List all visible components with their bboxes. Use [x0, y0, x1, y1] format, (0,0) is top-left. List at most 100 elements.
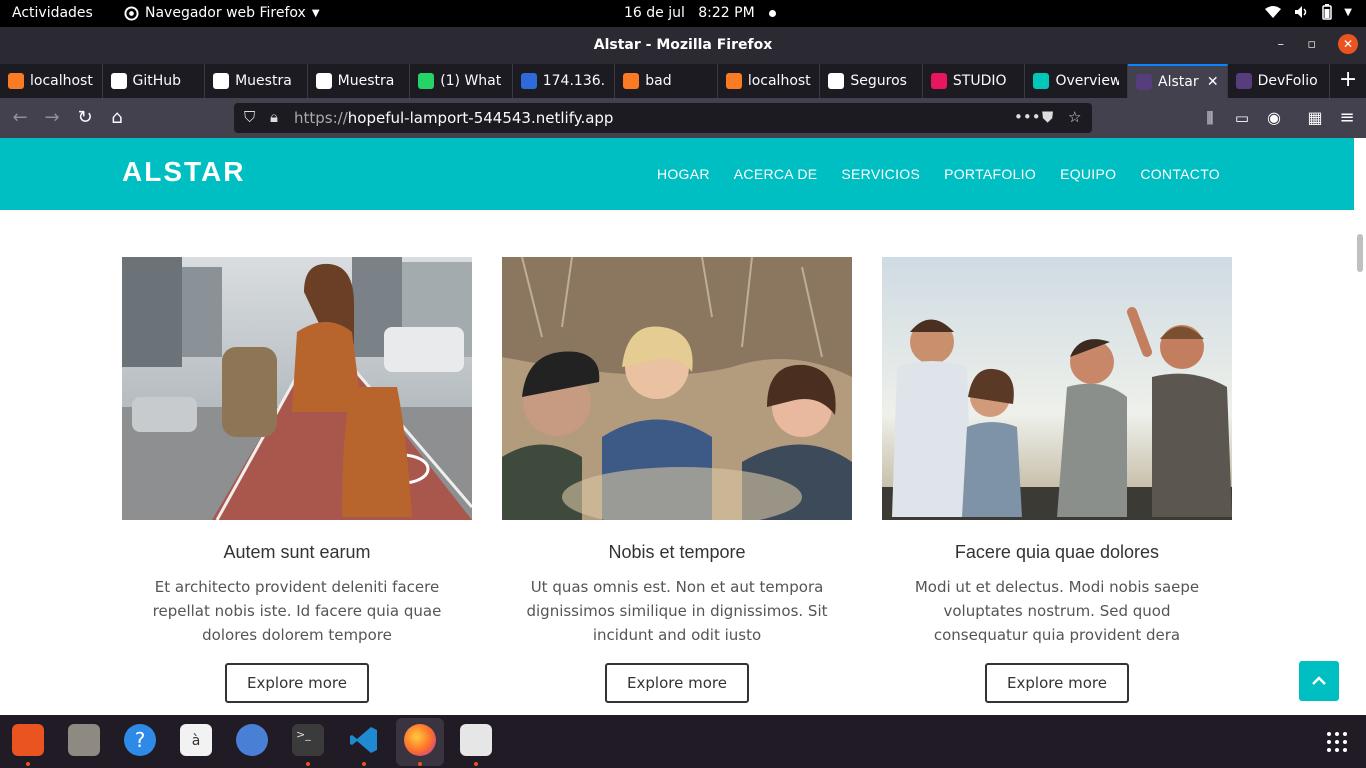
card-photo-friends-field — [502, 257, 852, 520]
hamburger-menu-icon[interactable]: ≡ — [1335, 106, 1359, 130]
battery-icon — [1322, 4, 1333, 20]
close-window-button[interactable]: ✕ — [1338, 34, 1358, 54]
tab-label: Overview — [1055, 73, 1120, 89]
nav-link-contacto[interactable]: CONTACTO — [1140, 166, 1220, 182]
tab-strip: localhost GitHub Muestra Muestra (1) What 174… — [0, 64, 1366, 98]
card-photo-group-laughing — [882, 257, 1232, 520]
back-to-top-button[interactable] — [1299, 661, 1339, 701]
sidebar-icon[interactable]: ▭ — [1230, 106, 1254, 130]
tab-8[interactable]: Seguros — [820, 64, 923, 98]
files-icon[interactable] — [68, 724, 100, 756]
running-indicator — [362, 762, 366, 766]
nav-link-portafolio[interactable]: PORTAFOLIO — [944, 166, 1036, 182]
tab-4[interactable]: (1) What — [410, 64, 513, 98]
explore-more-button[interactable]: Explore more — [605, 663, 749, 703]
taskbar-dock: ? à >_ — [0, 715, 1366, 768]
home-icon[interactable]: ⌂ — [105, 106, 129, 130]
tab-label: localhost — [30, 73, 93, 89]
pocket-icon[interactable]: ⛊ — [1042, 108, 1053, 126]
ubuntu-software-icon[interactable] — [12, 724, 44, 756]
site-logo[interactable]: ALSTAR — [122, 156, 245, 188]
tab-label: Muestra — [235, 73, 292, 89]
account-icon[interactable]: ◉ — [1262, 106, 1286, 130]
maximize-icon[interactable]: ▫ — [1307, 37, 1316, 52]
window-title-bar: Alstar - Mozilla Firefox – ▫ ✕ — [0, 27, 1366, 64]
chromium-icon[interactable] — [236, 724, 268, 756]
activities-button[interactable]: Actividades — [12, 5, 93, 21]
tab-label: GitHub — [132, 73, 182, 89]
navigation-toolbar: ← → ↻ ⌂ ⛉ 🔒︎ https://hopeful-lamport-544… — [0, 98, 1366, 138]
web-page: ALSTAR HOGAR ACERCA DE SERVICIOS PORTAFO… — [0, 138, 1354, 715]
scrollbar-thumb[interactable] — [1357, 234, 1363, 272]
explore-more-button[interactable]: Explore more — [985, 663, 1129, 703]
url-host: hopeful-lamport-544543.netlify.app — [347, 109, 614, 127]
xampp-icon — [623, 73, 640, 89]
minimize-icon[interactable]: – — [1278, 37, 1285, 52]
tab-7[interactable]: localhost — [718, 64, 821, 98]
extensions-icon[interactable]: ▦ — [1303, 106, 1327, 130]
service-card: Autem sunt earum Et architecto provident… — [122, 257, 472, 703]
tab-10[interactable]: Overview — [1025, 64, 1129, 98]
tab-5[interactable]: 174.136. — [513, 64, 616, 98]
time-label: 8:22 PM — [698, 5, 755, 21]
forward-icon[interactable]: → — [40, 106, 64, 130]
window-title: Alstar - Mozilla Firefox — [593, 37, 773, 53]
github-icon — [315, 73, 332, 89]
nav-link-servicios[interactable]: SERVICIOS — [841, 166, 920, 182]
firefox-small-icon — [124, 5, 139, 21]
xampp-icon — [725, 73, 742, 89]
github-icon — [110, 73, 127, 89]
tab-label: DevFolio — [1257, 73, 1318, 89]
text-editor-icon[interactable]: à — [180, 724, 212, 756]
github-icon — [213, 73, 230, 89]
show-applications-icon[interactable] — [1326, 731, 1348, 753]
tab-label: Muestra — [337, 73, 395, 89]
help-icon[interactable]: ? — [124, 724, 156, 756]
caret-down-icon: ▼ — [311, 7, 320, 19]
bookmark-star-icon[interactable]: ☆ — [1068, 108, 1081, 126]
tab-1[interactable]: GitHub — [103, 64, 206, 98]
clock[interactable]: 16 de jul 8:22 PM — [624, 5, 776, 21]
system-tray[interactable]: ▼ — [1264, 4, 1352, 20]
firefox-icon[interactable] — [404, 724, 436, 756]
url-bar[interactable]: ⛉ 🔒︎ https://hopeful-lamport-544543.netl… — [234, 103, 1092, 133]
tab-11[interactable]: Alstar ✕ — [1128, 64, 1228, 98]
running-indicator — [418, 762, 422, 766]
reload-icon[interactable]: ↻ — [73, 106, 97, 130]
tab-12[interactable]: DevFolio — [1228, 64, 1331, 98]
card-photo-woman-city — [122, 257, 472, 520]
studio-icon — [930, 73, 947, 89]
url-text[interactable]: https://hopeful-lamport-544543.netlify.a… — [294, 109, 613, 127]
card-text: Et architecto provident deleniti facere … — [152, 578, 442, 644]
vscode-icon[interactable] — [348, 724, 380, 756]
tab-2[interactable]: Muestra — [205, 64, 308, 98]
tab-label: localhost — [747, 73, 811, 89]
shield-icon[interactable]: ⛉ — [244, 108, 255, 126]
new-tab-button[interactable]: + — [1330, 64, 1366, 98]
date-label: 16 de jul — [624, 5, 685, 21]
screenshot-icon[interactable] — [460, 724, 492, 756]
app-menu-label: Navegador web Firefox — [145, 5, 306, 21]
app-menu[interactable]: Navegador web Firefox ▼ — [124, 5, 320, 21]
nav-link-equipo[interactable]: EQUIPO — [1060, 166, 1116, 182]
back-icon[interactable]: ← — [8, 106, 32, 130]
whatsapp-icon — [418, 73, 435, 89]
tab-label: Alstar — [1158, 74, 1199, 90]
page-scrollbar[interactable] — [1354, 138, 1366, 715]
library-icon[interactable]: ⫼ — [1198, 106, 1222, 130]
nav-link-acerca-de[interactable]: ACERCA DE — [734, 166, 818, 182]
url-protocol: https:// — [294, 109, 348, 127]
tab-6[interactable]: bad — [615, 64, 718, 98]
tab-label: STUDIO — [952, 73, 1007, 89]
nav-link-hogar[interactable]: HOGAR — [657, 166, 710, 182]
explore-more-button[interactable]: Explore more — [225, 663, 369, 703]
tab-0[interactable]: localhost — [0, 64, 103, 98]
terminal-icon[interactable]: >_ — [292, 724, 324, 756]
page-actions-icon[interactable]: ••• — [1014, 108, 1041, 126]
lock-icon[interactable]: 🔒︎ — [270, 108, 278, 126]
tab-label: 174.136. — [542, 73, 606, 89]
close-tab-icon[interactable]: ✕ — [1207, 74, 1219, 90]
tab-label: Seguros — [850, 73, 907, 89]
tab-3[interactable]: Muestra — [308, 64, 411, 98]
tab-9[interactable]: STUDIO — [923, 64, 1026, 98]
